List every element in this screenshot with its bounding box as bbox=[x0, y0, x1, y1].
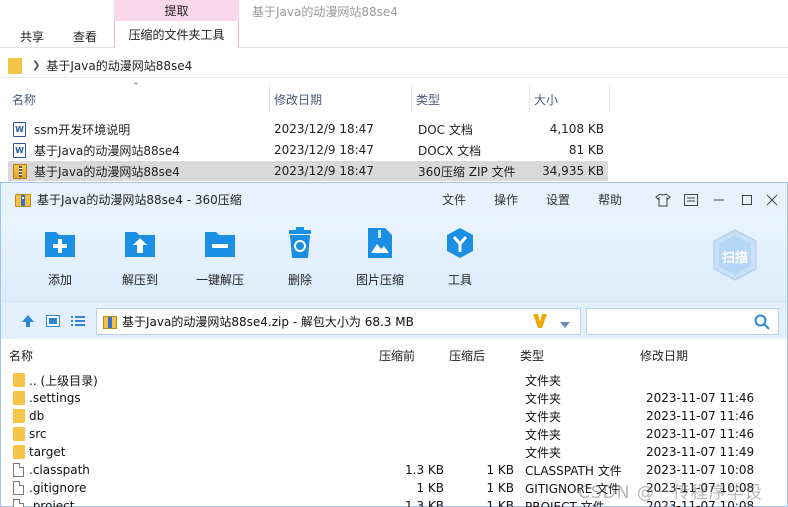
file-type: 360压缩 ZIP 文件 bbox=[418, 164, 516, 179]
column-name[interactable]: 名称 bbox=[9, 345, 33, 365]
column-type[interactable]: 类型 bbox=[412, 86, 530, 112]
chevron-right-icon: ❯ bbox=[32, 60, 41, 71]
column-packed-before[interactable]: 压缩前 bbox=[379, 345, 415, 365]
add-icon bbox=[44, 226, 76, 260]
file-type: DOCX 文档 bbox=[418, 143, 482, 158]
skin-icon[interactable] bbox=[652, 183, 674, 216]
zip-column-header: 名称 压缩前 压缩后 类型 修改日期 bbox=[1, 345, 787, 365]
list-item[interactable]: db 文件夹 2023-11-07 11:46 bbox=[1, 407, 787, 425]
file-name: 基于Java的动漫网站88se4 bbox=[34, 143, 180, 158]
menu-icon[interactable] bbox=[680, 183, 702, 216]
folder-icon bbox=[13, 373, 25, 387]
one-click-extract-button[interactable]: 一键解压 bbox=[185, 226, 255, 296]
v-badge-icon[interactable] bbox=[532, 312, 548, 333]
up-arrow-icon[interactable] bbox=[19, 312, 37, 330]
zip-app-icon bbox=[15, 192, 31, 207]
file-size: 34,935 KB bbox=[542, 164, 604, 178]
file-icon bbox=[13, 481, 24, 495]
menu-settings[interactable]: 设置 bbox=[546, 183, 570, 216]
zip-toolbar: 添加 解压到 一键解压 删除 图片压缩 工具 扫描 bbox=[1, 216, 787, 301]
file-modified: 2023/12/9 18:47 bbox=[274, 164, 374, 178]
tools-icon bbox=[444, 226, 476, 260]
file-icon bbox=[13, 499, 24, 507]
image-compress-icon bbox=[364, 226, 396, 260]
file-name: ssm开发环境说明 bbox=[34, 122, 131, 137]
file-row-selected[interactable]: 基于Java的动漫网站88se4 2023/12/9 18:47 360压缩 Z… bbox=[8, 161, 608, 181]
zip-archive-icon bbox=[13, 163, 27, 179]
search-icon[interactable] bbox=[754, 314, 770, 333]
file-row[interactable]: W 基于Java的动漫网站88se4 2023/12/9 18:47 DOCX … bbox=[8, 140, 608, 160]
path-combobox[interactable]: 基于Java的动漫网站88se4.zip - 解包大小为 68.3 MB bbox=[96, 308, 581, 335]
column-modified[interactable]: 修改日期 bbox=[640, 345, 688, 365]
explorer-column-header: 名称 ⌃ 修改日期 类型 大小 bbox=[0, 82, 788, 112]
list-view-icon[interactable] bbox=[69, 312, 87, 330]
column-type[interactable]: 类型 bbox=[520, 345, 544, 365]
tab-share[interactable]: 共享 bbox=[20, 25, 44, 47]
folder-icon bbox=[13, 409, 25, 423]
file-modified: 2023/12/9 18:47 bbox=[274, 143, 374, 157]
tab-view[interactable]: 查看 bbox=[73, 25, 97, 47]
list-item[interactable]: target 文件夹 2023-11-07 11:49 bbox=[1, 443, 787, 461]
close-icon[interactable] bbox=[761, 183, 783, 216]
word-doc-icon: W bbox=[13, 142, 26, 158]
column-packed-after[interactable]: 压缩后 bbox=[449, 345, 485, 365]
tools-button[interactable]: 工具 bbox=[425, 226, 495, 296]
tab-compressed-folder-tools[interactable]: 压缩的文件夹工具 bbox=[114, 21, 239, 48]
explorer-window-title: 基于Java的动漫网站88se4 bbox=[252, 5, 398, 19]
delete-icon bbox=[284, 226, 316, 260]
column-size[interactable]: 大小 bbox=[530, 86, 610, 112]
folder-icon bbox=[13, 427, 25, 441]
image-compress-button[interactable]: 图片压缩 bbox=[345, 226, 415, 296]
folder-icon bbox=[13, 445, 25, 459]
file-row[interactable]: W ssm开发环境说明 2023/12/9 18:47 DOC 文档 4,108… bbox=[8, 119, 608, 139]
sort-up-icon: ⌃ bbox=[132, 82, 140, 92]
address-crumb[interactable]: 基于Java的动漫网站88se4 bbox=[46, 57, 192, 74]
file-type: DOC 文档 bbox=[418, 122, 473, 137]
scan-button[interactable]: 扫描 bbox=[711, 228, 759, 282]
search-input[interactable] bbox=[586, 308, 779, 335]
folder-icon bbox=[13, 391, 25, 405]
csdn-watermark: CSDN @一传程序毕设 bbox=[578, 483, 763, 503]
zip-window-title: 基于Java的动漫网站88se4 - 360压缩 bbox=[37, 193, 242, 207]
folder-icon bbox=[8, 57, 22, 74]
file-name: 基于Java的动漫网站88se4 bbox=[34, 164, 180, 179]
menu-file[interactable]: 文件 bbox=[442, 183, 466, 216]
add-button[interactable]: 添加 bbox=[25, 226, 95, 296]
zip-window: 基于Java的动漫网站88se4 - 360压缩 文件 操作 设置 帮助 添加 bbox=[0, 182, 788, 507]
minimize-icon[interactable] bbox=[708, 183, 730, 216]
path-text: 基于Java的动漫网站88se4.zip - 解包大小为 68.3 MB bbox=[122, 315, 414, 329]
menu-operate[interactable]: 操作 bbox=[494, 183, 518, 216]
one-click-extract-icon bbox=[204, 226, 236, 260]
file-size: 4,108 KB bbox=[549, 122, 604, 136]
list-item[interactable]: .classpath 1.3 KB 1 KB CLASSPATH 文件 2023… bbox=[1, 461, 787, 479]
scan-label: 扫描 bbox=[721, 251, 748, 266]
explorer-ribbon: 提取 基于Java的动漫网站88se4 共享 查看 压缩的文件夹工具 bbox=[0, 0, 788, 48]
zip-archive-icon bbox=[103, 315, 117, 329]
extract-to-icon bbox=[124, 226, 156, 260]
menu-help[interactable]: 帮助 bbox=[598, 183, 622, 216]
list-item[interactable]: src 文件夹 2023-11-07 11:46 bbox=[1, 425, 787, 443]
thumbnail-view-icon[interactable] bbox=[44, 312, 62, 330]
file-size: 81 KB bbox=[568, 143, 604, 157]
delete-button[interactable]: 删除 bbox=[265, 226, 335, 296]
list-item[interactable]: .. (上级目录) 文件夹 bbox=[1, 371, 787, 389]
word-doc-icon: W bbox=[13, 121, 26, 137]
context-tab-extract[interactable]: 提取 bbox=[114, 0, 239, 21]
address-bar[interactable]: ❯ 基于Java的动漫网站88se4 bbox=[0, 54, 788, 78]
zip-path-bar: 基于Java的动漫网站88se4.zip - 解包大小为 68.3 MB bbox=[1, 301, 787, 339]
file-modified: 2023/12/9 18:47 bbox=[274, 122, 374, 136]
zip-title-bar[interactable]: 基于Java的动漫网站88se4 - 360压缩 文件 操作 设置 帮助 bbox=[1, 183, 787, 216]
column-modified[interactable]: 修改日期 bbox=[270, 86, 412, 112]
maximize-icon[interactable] bbox=[736, 183, 758, 216]
list-item[interactable]: .settings 文件夹 2023-11-07 11:46 bbox=[1, 389, 787, 407]
file-icon bbox=[13, 463, 24, 477]
extract-to-button[interactable]: 解压到 bbox=[105, 226, 175, 296]
chevron-down-icon[interactable] bbox=[559, 318, 571, 332]
